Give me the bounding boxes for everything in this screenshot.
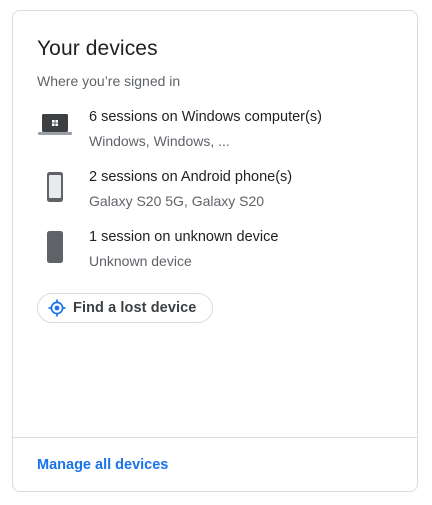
manage-all-devices-link[interactable]: Manage all devices	[37, 457, 168, 473]
phone-icon	[37, 227, 73, 267]
device-item-windows[interactable]: 6 sessions on Windows computer(s) Window…	[13, 109, 417, 159]
device-item-unknown[interactable]: 1 session on unknown device Unknown devi…	[13, 229, 417, 279]
devices-card: Your devices Where you’re signed in 6 se…	[12, 10, 418, 492]
location-target-icon	[48, 299, 66, 317]
find-lost-device-button[interactable]: Find a lost device	[37, 293, 214, 323]
device-detail: Windows, Windows, ...	[89, 133, 230, 149]
divider	[13, 437, 417, 438]
device-item-android[interactable]: 2 sessions on Android phone(s) Galaxy S2…	[13, 169, 417, 219]
card-title: Your devices	[37, 37, 158, 60]
phone-icon	[37, 167, 73, 207]
find-lost-device-label: Find a lost device	[73, 300, 197, 316]
device-name: 6 sessions on Windows computer(s)	[89, 109, 322, 125]
device-name: 1 session on unknown device	[89, 229, 279, 245]
device-name: 2 sessions on Android phone(s)	[89, 169, 293, 185]
device-detail: Unknown device	[89, 253, 192, 269]
device-detail: Galaxy S20 5G, Galaxy S20	[89, 193, 265, 209]
laptop-icon	[37, 105, 73, 145]
card-subtitle: Where you’re signed in	[37, 73, 181, 89]
